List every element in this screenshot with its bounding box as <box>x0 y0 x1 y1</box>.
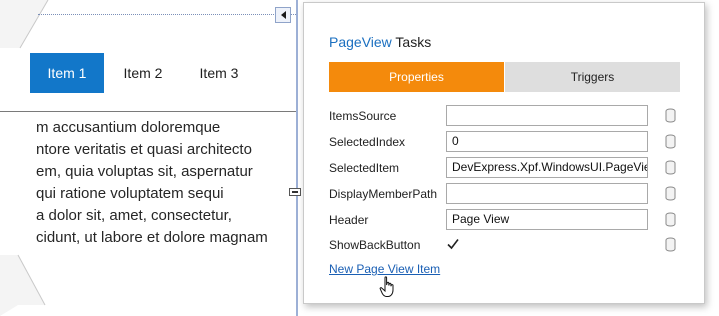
database-icon[interactable] <box>665 108 676 123</box>
resize-handle[interactable] <box>289 188 301 196</box>
panel-title-rest: Tasks <box>391 34 432 50</box>
label-selected-item: SelectedItem <box>329 161 400 175</box>
content-divider <box>0 111 296 112</box>
grip-icon <box>292 191 298 193</box>
smart-tag-button[interactable] <box>275 7 291 23</box>
content-text-line: a dolor sit, amet, consectetur, <box>36 207 232 224</box>
database-icon[interactable] <box>665 134 676 149</box>
selected-item-field[interactable]: DevExpress.Xpf.WindowsUI.PageView <box>446 157 648 178</box>
hand-pointer-icon <box>379 276 394 297</box>
tab-triggers[interactable]: Triggers <box>505 62 680 92</box>
content-text-line: em, quia voluptas sit, aspernatur <box>36 163 253 180</box>
tab-item-2[interactable]: Item 2 <box>109 53 177 93</box>
database-icon[interactable] <box>665 212 676 227</box>
tasks-panel: PageView Tasks Properties Triggers Items… <box>303 2 705 304</box>
content-text-line: qui ratione voluptatem sequi <box>36 185 224 202</box>
tab-item-1[interactable]: Item 1 <box>30 53 104 93</box>
items-source-field[interactable] <box>446 105 648 126</box>
designer-edge <box>296 0 298 316</box>
label-display-member-path: DisplayMemberPath <box>329 187 438 201</box>
content-text-line: m accusantium doloremque <box>36 119 221 136</box>
panel-title-accent: PageView <box>329 34 392 50</box>
new-page-view-item-link[interactable]: New Page View Item <box>329 262 440 276</box>
show-back-button-checkbox[interactable] <box>446 237 460 251</box>
checkmark-icon <box>447 239 459 250</box>
label-selected-index: SelectedIndex <box>329 135 406 149</box>
label-show-back-button: ShowBackButton <box>329 238 421 252</box>
display-member-path-field[interactable] <box>446 183 648 204</box>
database-icon[interactable] <box>665 160 676 175</box>
header-field[interactable]: Page View <box>446 209 648 230</box>
database-icon[interactable] <box>665 237 676 252</box>
content-text-line: ntore veritatis et quasi architecto <box>36 141 252 158</box>
chevron-left-icon <box>280 11 286 19</box>
content-text-line: cidunt, ut labore et dolore magnam <box>36 229 268 246</box>
tab-item-3[interactable]: Item 3 <box>185 53 253 93</box>
selected-index-field[interactable]: 0 <box>446 131 648 152</box>
tab-properties[interactable]: Properties <box>329 62 504 92</box>
label-items-source: ItemsSource <box>329 109 397 123</box>
database-icon[interactable] <box>665 186 676 201</box>
designer-selection-ruler <box>38 14 296 15</box>
designer-surface: Item 1 Item 2 Item 3 m accusantium dolor… <box>0 0 300 316</box>
label-header: Header <box>329 213 369 227</box>
panel-title: PageView Tasks <box>329 34 431 50</box>
